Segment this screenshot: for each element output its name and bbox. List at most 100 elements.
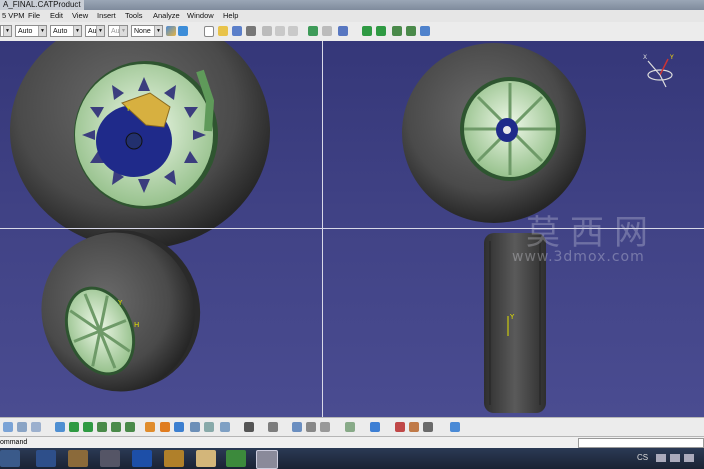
hide-show-icon[interactable]: [204, 422, 214, 432]
chevron-down-icon: ▼: [119, 26, 127, 36]
zoom-in-icon[interactable]: [392, 26, 402, 36]
taskbar: CS: [0, 448, 704, 469]
iso-view-icon[interactable]: [174, 422, 184, 432]
library-icon[interactable]: [68, 450, 88, 467]
menu-bar: 5 VPM File Edit View Insert Tools Analyz…: [0, 10, 704, 22]
axis-y-label-br: Y: [509, 313, 515, 321]
command-input[interactable]: [578, 438, 704, 448]
chevron-down-icon: ▼: [73, 26, 81, 36]
redo-icon[interactable]: [322, 26, 332, 36]
properties-icon[interactable]: [178, 26, 188, 36]
zoom-out-bottom-icon[interactable]: [125, 422, 135, 432]
command-bar: ommand: [0, 436, 704, 448]
axis-y-label-bl: Y: [117, 299, 123, 307]
compass-y-label: Y: [669, 54, 674, 61]
tray-icon[interactable]: [656, 454, 666, 462]
viewport-canvas: Y Y X Y H Y: [10, 41, 674, 413]
pan-bottom-icon[interactable]: [69, 422, 79, 432]
menu-item-insert[interactable]: Insert: [97, 10, 116, 22]
top-toolbar: ▼ Auto ▼ Auto ▼ Aut ▼ Aut ▼ None ▼: [0, 22, 704, 42]
rotate-icon[interactable]: [376, 26, 386, 36]
camera-icon[interactable]: [244, 422, 254, 432]
tools-icon[interactable]: [164, 450, 184, 467]
viewport-divider-horizontal[interactable]: [0, 228, 704, 229]
clash-icon[interactable]: [409, 422, 419, 432]
normal-view-bottom-icon[interactable]: [145, 422, 155, 432]
3d-viewport[interactable]: Y Y X Y H Y 莫西网 www.3dmox.com: [0, 41, 704, 417]
wheel-side-view: Y: [484, 233, 546, 413]
save-taskbar-icon[interactable]: [36, 450, 56, 467]
normal-view-icon[interactable]: [420, 26, 430, 36]
save-icon[interactable]: [232, 26, 242, 36]
chevron-down-icon: ▼: [38, 26, 46, 36]
word-icon[interactable]: [132, 450, 152, 467]
menu-item-window[interactable]: Window: [187, 10, 214, 22]
catalog-icon[interactable]: [345, 422, 355, 432]
menu-item-edit[interactable]: Edit: [50, 10, 63, 22]
color-select[interactable]: Auto ▼: [15, 25, 47, 37]
component-icon[interactable]: [31, 422, 41, 432]
menu-item-tools[interactable]: Tools: [125, 10, 143, 22]
compass-icon[interactable]: Y X: [643, 54, 674, 88]
transparency-select[interactable]: Auto ▼: [50, 25, 82, 37]
line-weight-select[interactable]: Aut ▼: [85, 25, 105, 37]
section-icon[interactable]: [423, 422, 433, 432]
linetype-select[interactable]: Aut ▼: [108, 25, 128, 37]
wheel-angle-view: [402, 43, 586, 223]
folder-icon[interactable]: [196, 450, 216, 467]
swap-visible-icon[interactable]: [220, 422, 230, 432]
multi-view-icon[interactable]: [160, 422, 170, 432]
open-folder-icon[interactable]: [218, 26, 228, 36]
chevron-down-icon: ▼: [3, 26, 11, 36]
cut-icon[interactable]: [262, 26, 272, 36]
paste-icon[interactable]: [288, 26, 298, 36]
select-icon[interactable]: [3, 422, 13, 432]
distance-icon[interactable]: [450, 422, 460, 432]
render-style-icon[interactable]: [190, 422, 200, 432]
menu-item-vpm[interactable]: 5 VPM: [2, 10, 25, 22]
axis-h-label-bl: H: [134, 321, 139, 329]
network-icon[interactable]: [670, 454, 680, 462]
start-button[interactable]: [0, 450, 20, 467]
pan-icon[interactable]: [362, 26, 372, 36]
chevron-down-icon: ▼: [96, 26, 104, 36]
rotate-bottom-icon[interactable]: [83, 422, 93, 432]
zoom-icon[interactable]: [97, 422, 107, 432]
chrome-icon[interactable]: [226, 450, 246, 467]
command-label: ommand: [0, 439, 28, 446]
window-title: A_FINAL.CATProduct: [0, 0, 84, 10]
paint-brush-icon[interactable]: [166, 26, 176, 36]
catia-taskbar-icon[interactable]: [256, 450, 278, 469]
product-icon[interactable]: [17, 422, 27, 432]
cube-icon[interactable]: [370, 422, 380, 432]
measure-icon[interactable]: [268, 422, 278, 432]
axis-y-label-tl: Y: [125, 105, 131, 113]
zoom-area-icon[interactable]: [111, 422, 121, 432]
undo-icon[interactable]: [308, 26, 318, 36]
title-bar: A_FINAL.CATProduct: [0, 0, 704, 10]
update-icon[interactable]: [320, 422, 330, 432]
constraint-icon[interactable]: [292, 422, 302, 432]
compass-x-label: X: [643, 54, 647, 61]
partial-select[interactable]: ▼: [0, 25, 12, 37]
wheel-front-view: Y: [10, 41, 270, 249]
print-icon[interactable]: [246, 26, 256, 36]
help-icon[interactable]: [338, 26, 348, 36]
analysis-icon[interactable]: [395, 422, 405, 432]
fit-all-icon[interactable]: [55, 422, 65, 432]
zoom-out-icon[interactable]: [406, 26, 416, 36]
volume-icon[interactable]: [684, 454, 694, 462]
menu-item-help[interactable]: Help: [223, 10, 238, 22]
bottom-toolbar: [0, 417, 704, 437]
menu-item-file[interactable]: File: [28, 10, 40, 22]
menu-item-view[interactable]: View: [72, 10, 88, 22]
viewport-divider-vertical[interactable]: [322, 41, 323, 417]
menu-item-analyze[interactable]: Analyze: [153, 10, 180, 22]
new-file-icon[interactable]: [204, 26, 214, 37]
layer-select[interactable]: None ▼: [131, 25, 163, 37]
copy-icon[interactable]: [275, 26, 285, 36]
chevron-down-icon: ▼: [154, 26, 162, 36]
language-indicator[interactable]: CS: [637, 453, 648, 462]
media-icon[interactable]: [100, 450, 120, 467]
fix-icon[interactable]: [306, 422, 316, 432]
